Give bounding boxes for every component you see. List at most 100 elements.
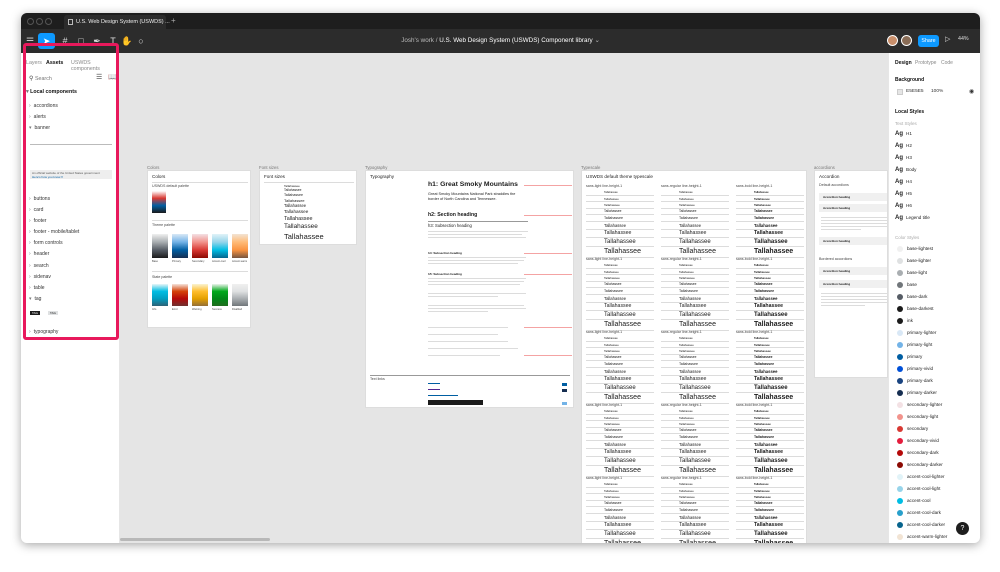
typescale-sample: Tallahassee — [604, 248, 641, 256]
color-style-label: base-lighter — [907, 258, 932, 264]
window-minimize-dot[interactable] — [36, 18, 43, 25]
tab-prototype[interactable]: Prototype — [915, 60, 936, 66]
color-style-item[interactable]: base-dark — [897, 294, 927, 300]
avatar[interactable] — [901, 35, 912, 46]
typescale-sample: Tallahassee — [679, 238, 711, 245]
divider — [586, 414, 654, 416]
tab-code[interactable]: Code — [941, 60, 953, 66]
divider — [428, 237, 526, 238]
browser-tab[interactable]: U.S. Web Design System (USWDS) ... × — [64, 15, 170, 29]
divider — [428, 257, 526, 258]
chevron-down-icon[interactable]: ⌄ — [594, 37, 599, 44]
typescale-sample: Tallahassee — [679, 394, 716, 402]
breadcrumb-team[interactable]: Josh's work — [401, 37, 434, 44]
typescale-column-header: sans-regular line-height-1 — [661, 330, 702, 334]
text-links-label: Text links — [370, 377, 385, 381]
divider — [661, 487, 729, 489]
divider — [821, 293, 887, 294]
color-style-swatch — [897, 510, 903, 516]
text-style-icon: Ag — [895, 203, 903, 209]
frame-font-sizes[interactable]: Font sizes Tallahassee Tallahassee Talla… — [259, 170, 357, 245]
new-tab-button[interactable]: + — [171, 15, 176, 27]
color-style-item[interactable]: accent-cool-dark — [897, 510, 941, 516]
background-color-swatch[interactable] — [897, 89, 903, 95]
typescale-sample: Tallahassee — [679, 434, 698, 439]
typescale-sample: Tallahassee — [754, 428, 773, 433]
color-style-item[interactable]: ink — [897, 318, 913, 324]
color-style-item[interactable]: base — [897, 282, 917, 288]
color-style-item[interactable]: secondary-lighter — [897, 402, 942, 408]
text-style-item[interactable]: Ag H5 — [895, 191, 912, 197]
text-style-item[interactable]: Ag Legend title — [895, 215, 930, 221]
share-button[interactable]: Share — [918, 35, 939, 47]
color-style-item[interactable]: accent-warm-lighter — [897, 534, 947, 540]
color-style-item[interactable]: secondary-darker — [897, 462, 943, 468]
typescale-sample: Tallahassee — [754, 282, 773, 287]
color-style-item[interactable]: primary — [897, 354, 922, 360]
color-style-swatch — [897, 318, 903, 324]
window-zoom-dot[interactable] — [45, 18, 52, 25]
text-style-item[interactable]: Ag H2 — [895, 143, 912, 149]
text-style-item[interactable]: Ag H4 — [895, 179, 912, 185]
frame-accordions[interactable]: Accordion Default accordions Accordion h… — [814, 170, 888, 378]
help-button[interactable]: ? — [956, 522, 969, 535]
canvas[interactable]: Colors Colors USWDS default palette Them… — [120, 53, 888, 543]
color-style-item[interactable]: primary-lighter — [897, 330, 936, 336]
typescale-sample: Tallahassee — [754, 222, 778, 228]
color-style-item[interactable]: primary-light — [897, 342, 932, 348]
color-style-item[interactable]: accent-cool-light — [897, 486, 940, 492]
color-style-item[interactable]: base-lighter — [897, 258, 931, 264]
frame-typescale[interactable]: USWDS default theme typescale sans-light… — [581, 170, 807, 543]
tab-design[interactable]: Design — [895, 60, 912, 66]
color-style-item[interactable]: secondary-vivid — [897, 438, 939, 444]
breadcrumb-file[interactable]: U.S. Web Design System (USWDS) Component… — [439, 37, 593, 44]
eye-icon[interactable]: ◉ — [969, 88, 974, 95]
typescale-sample: Tallahassee — [604, 361, 623, 366]
avatar[interactable] — [887, 35, 898, 46]
swatch-success — [212, 284, 228, 306]
divider — [428, 231, 528, 232]
state-palette-label: State palette — [152, 275, 173, 279]
divider — [661, 274, 729, 276]
swatch-disabled — [232, 284, 248, 306]
text-style-item[interactable]: Ag Body — [895, 167, 916, 173]
typescale-sample: Tallahassee — [679, 501, 697, 506]
typescale-column-header: sans-regular line-height-1 — [661, 257, 702, 261]
frame-typography[interactable]: Typography h1: Great Smoky Mountains Gre… — [365, 170, 574, 408]
horizontal-scrollbar[interactable] — [120, 538, 270, 541]
frame-colors[interactable]: Colors USWDS default palette Theme palet… — [147, 170, 251, 328]
background-opacity-value[interactable]: 100% — [931, 89, 943, 94]
color-style-item[interactable]: base-lightest — [897, 246, 933, 252]
divider — [428, 284, 520, 285]
color-style-item[interactable]: primary-vivid — [897, 366, 933, 372]
text-style-item[interactable]: Ag H1 — [895, 131, 912, 137]
text-style-item[interactable]: Ag H6 — [895, 203, 912, 209]
tab-close-icon[interactable]: × — [159, 15, 162, 29]
color-style-item[interactable]: accent-cool-lighter — [897, 474, 945, 480]
color-style-item[interactable]: base-light — [897, 270, 927, 276]
color-style-item[interactable]: base-darkest — [897, 306, 934, 312]
color-style-item[interactable]: primary-dark — [897, 378, 933, 384]
color-style-item[interactable]: primary-darker — [897, 390, 937, 396]
background-hex-value[interactable]: E5E5E5 — [906, 89, 924, 94]
zoom-level[interactable]: 44% — [958, 36, 969, 42]
typescale-column-header: sans-bold line-height-1 — [736, 330, 773, 334]
text-style-item[interactable]: Ag H3 — [895, 155, 912, 161]
color-style-label: secondary-light — [907, 414, 939, 420]
present-play-icon[interactable]: ▷ — [945, 35, 950, 43]
color-styles-heading: Color Styles — [895, 235, 920, 240]
color-style-item[interactable]: accent-cool — [897, 498, 931, 504]
divider — [661, 493, 729, 495]
color-style-item[interactable]: secondary-light — [897, 414, 938, 420]
color-style-item[interactable]: secondary — [897, 426, 928, 432]
typography-h3: h3: Subsection heading — [428, 223, 472, 228]
typescale-sample: Tallahassee — [604, 394, 641, 402]
color-style-item[interactable]: accent-cool-darker — [897, 522, 945, 528]
text-style-label: Body — [906, 167, 917, 172]
color-style-label: base-lightest — [907, 246, 934, 252]
typescale-sample: Tallahassee — [754, 422, 771, 426]
window-close-dot[interactable] — [27, 18, 34, 25]
typescale-sample: Tallahassee — [604, 428, 622, 433]
color-style-item[interactable]: secondary-dark — [897, 450, 939, 456]
typescale-sample: Tallahassee — [679, 467, 716, 475]
